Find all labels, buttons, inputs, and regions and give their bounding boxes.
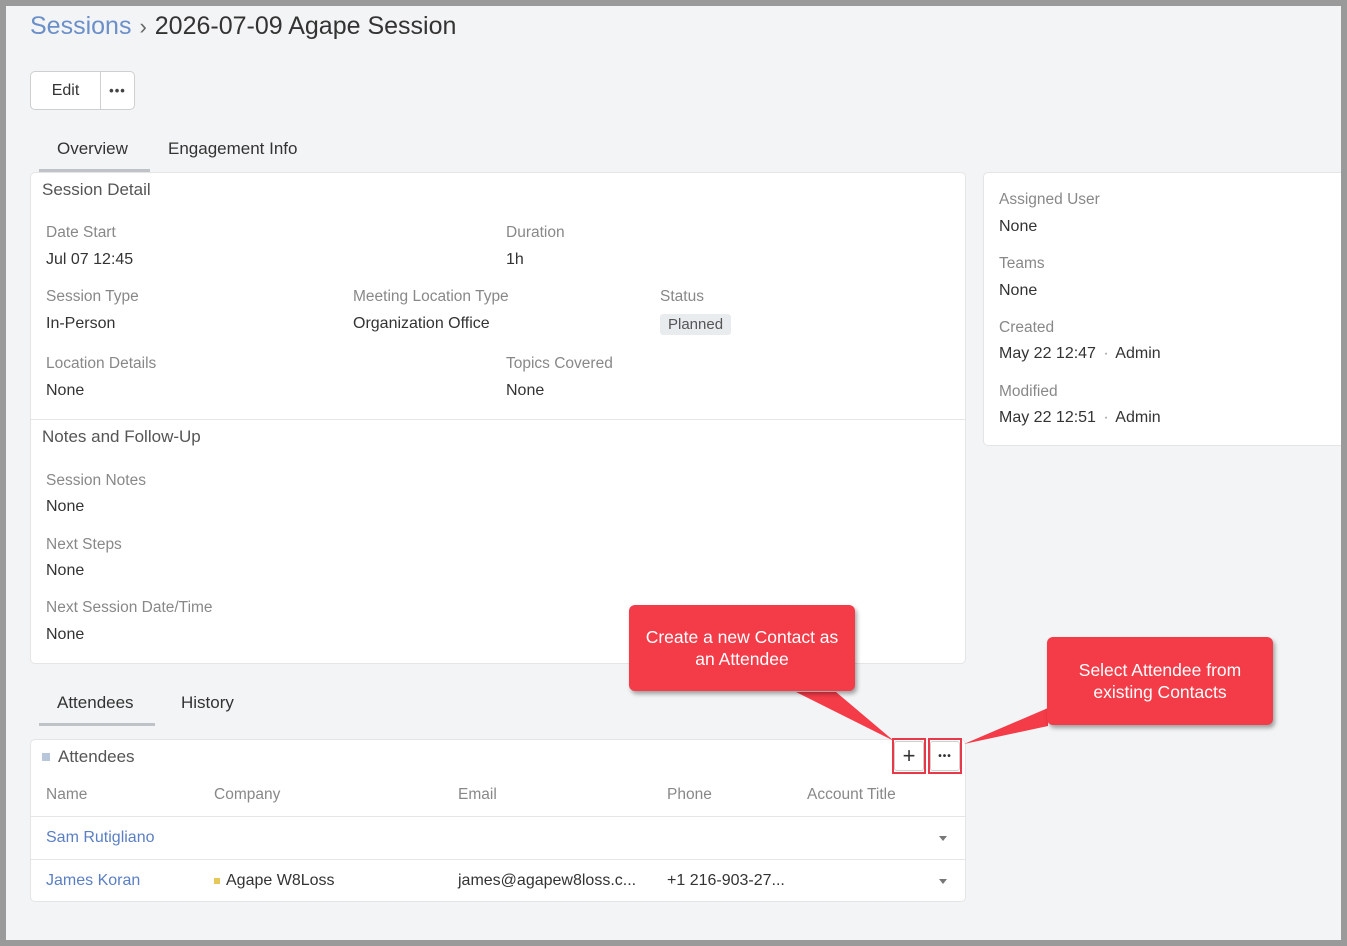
- app-window: Sessions › 2026-07-09 Agape Session Edit •…: [6, 6, 1341, 940]
- create-callout-pointer: [796, 692, 894, 741]
- select-attendee-callout: Select Attendee from existing Contacts: [1047, 637, 1273, 725]
- callout-pointers: [796, 692, 1048, 744]
- select-callout-pointer: [964, 708, 1048, 744]
- create-contact-callout: Create a new Contact as an Attendee: [629, 605, 855, 691]
